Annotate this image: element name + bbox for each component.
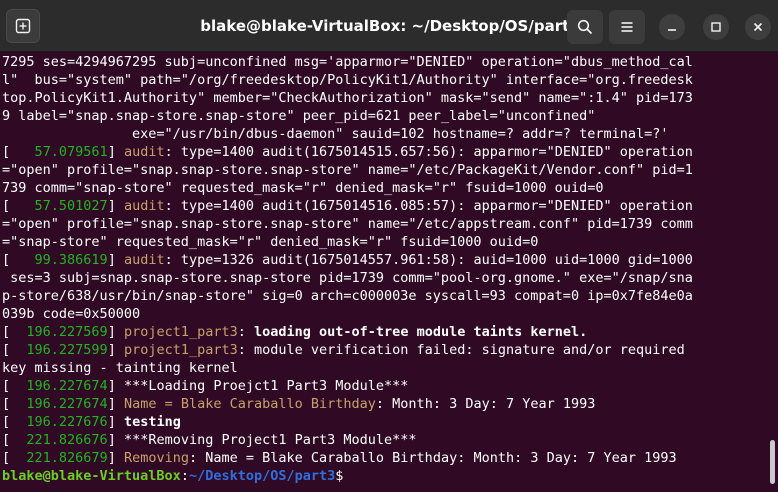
log-text: l" bus="system" path="/org/freedesktop/P… — [2, 72, 693, 88]
log-facility: Name = Blake Caraballo Birthday — [123, 396, 376, 412]
terminal-line: [ 99.386619] audit: type=1326 audit(1675… — [2, 252, 693, 268]
log-facility: audit — [123, 198, 165, 214]
log-message-bold: loading out-of-tree module taints kernel… — [254, 324, 588, 340]
scrollbar[interactable] — [770, 440, 775, 484]
log-text: 7295 ses=4294967295 subj=unconfined msg=… — [2, 54, 693, 70]
log-facility: project1_part3 — [123, 342, 238, 358]
log-text: ="open" profile="snap.snap-store.snap-st… — [2, 162, 693, 178]
new-tab-button[interactable] — [6, 9, 40, 43]
window-title: blake@blake-VirtualBox: ~/Desktop/OS/par… — [200, 17, 580, 35]
log-text: key missing - tainting kernel — [2, 360, 238, 376]
terminal-line: [ 196.227674] ***Loading Proejct1 Part3 … — [2, 378, 409, 394]
log-message: : type=1400 audit(1675014516.085:57): ap… — [164, 198, 693, 214]
log-text: p-store/638/usr/bin/snap-store" sig=0 ar… — [2, 288, 693, 304]
minimize-icon — [668, 29, 676, 31]
title-bar: blake@blake-VirtualBox: ~/Desktop/OS/par… — [0, 0, 778, 52]
terminal-line: [ 196.227569] project1_part3: loading ou… — [2, 324, 588, 340]
terminal-line: 9 label="snap.snap-store.snap-store" pee… — [2, 107, 595, 125]
log-timestamp: 221.826679 — [10, 450, 108, 466]
terminal-line: [ 221.826676] ***Removing Project1 Part3… — [2, 432, 417, 448]
menu-button[interactable] — [609, 10, 645, 44]
prompt-separator: : — [180, 468, 189, 484]
search-button[interactable] — [567, 10, 603, 44]
terminal-line: ="snap-store" requested_mask="r" denied_… — [2, 233, 538, 251]
terminal-line: ses=3 subj=snap.snap-store.snap-store pi… — [2, 269, 693, 287]
log-timestamp: 57.501027 — [10, 198, 108, 214]
terminal-line: [ 196.227676] testing — [2, 414, 181, 430]
log-text: ses=3 subj=snap.snap-store.snap-store pi… — [2, 270, 693, 286]
log-timestamp: 57.079561 — [10, 144, 108, 160]
log-message: : module verification failed: signature … — [237, 342, 685, 358]
new-tab-icon — [15, 18, 31, 34]
log-message: : type=1326 audit(1675014557.961:58): au… — [164, 252, 693, 268]
log-timestamp: 196.227674 — [10, 378, 108, 394]
log-message: : Name = Blake Caraballo Birthday: Month… — [188, 450, 677, 466]
terminal-line: [ 196.227674] Name = Blake Caraballo Bir… — [2, 396, 596, 412]
log-timestamp: 221.826676 — [10, 432, 108, 448]
log-facility: project1_part3 — [123, 324, 238, 340]
maximize-button[interactable] — [703, 14, 729, 40]
terminal-line: 739 comm="snap-store" requested_mask="r"… — [2, 179, 603, 197]
terminal-line: [ 57.079561] audit: type=1400 audit(1675… — [2, 144, 693, 160]
search-icon — [577, 19, 593, 35]
prompt-path: ~/Desktop/OS/part3 — [188, 468, 336, 484]
log-message: ***Loading Proejct1 Part3 Module*** — [123, 378, 409, 394]
log-message-bold: testing — [123, 414, 181, 430]
log-timestamp: 196.227674 — [10, 396, 108, 412]
log-timestamp: 196.227676 — [10, 414, 108, 430]
log-message: : — [237, 324, 255, 340]
shell-prompt[interactable]: blake@blake-VirtualBox:~/Desktop/OS/part… — [2, 467, 343, 485]
hamburger-menu-icon — [621, 22, 633, 32]
prompt-symbol: $ — [335, 468, 344, 484]
terminal-line: [ 57.501027] audit: type=1400 audit(1675… — [2, 198, 693, 214]
log-text: ="snap-store" requested_mask="r" denied_… — [2, 234, 539, 250]
minimize-button[interactable] — [659, 14, 685, 40]
terminal-line: [ 221.826679] Removing: Name = Blake Car… — [2, 450, 677, 466]
close-button[interactable] — [745, 14, 771, 40]
terminal-line: l" bus="system" path="/org/freedesktop/P… — [2, 71, 693, 89]
terminal-line: [ 196.227599] project1_part3: module ver… — [2, 342, 685, 358]
prompt-user-host: blake@blake-VirtualBox — [2, 468, 181, 484]
close-icon — [753, 22, 763, 32]
terminal-line: p-store/638/usr/bin/snap-store" sig=0 ar… — [2, 287, 693, 305]
log-facility: Removing — [123, 450, 189, 466]
maximize-icon — [711, 22, 721, 32]
log-timestamp: 196.227569 — [10, 324, 108, 340]
log-text: 039b code=0x50000 — [2, 306, 141, 322]
terminal-line: 039b code=0x50000 — [2, 305, 140, 323]
terminal-line: exe="/usr/bin/dbus-daemon" sauid=102 hos… — [2, 125, 668, 143]
log-timestamp: 99.386619 — [10, 252, 108, 268]
log-text: ="open" profile="snap.snap-store.snap-st… — [2, 216, 693, 232]
terminal-line: ="open" profile="snap.snap-store.snap-st… — [2, 215, 693, 233]
log-text: top.PolicyKit1.Authority" member="CheckA… — [2, 90, 693, 106]
terminal-line: 7295 ses=4294967295 subj=unconfined msg=… — [2, 53, 693, 71]
log-facility: audit — [123, 252, 165, 268]
terminal-output[interactable]: 7295 ses=4294967295 subj=unconfined msg=… — [0, 52, 770, 492]
log-text: exe="/usr/bin/dbus-daemon" sauid=102 hos… — [2, 126, 669, 142]
log-message: : Month: 3 Day: 7 Year 1993 — [375, 396, 596, 412]
log-text: 739 comm="snap-store" requested_mask="r"… — [2, 180, 604, 196]
terminal-line: ="open" profile="snap.snap-store.snap-st… — [2, 161, 693, 179]
log-timestamp: 196.227599 — [10, 342, 108, 358]
terminal-line: top.PolicyKit1.Authority" member="CheckA… — [2, 89, 693, 107]
log-text: 9 label="snap.snap-store.snap-store" pee… — [2, 108, 596, 124]
terminal-line: key missing - tainting kernel — [2, 359, 238, 377]
log-message: : type=1400 audit(1675014515.657:56): ap… — [164, 144, 693, 160]
log-facility: audit — [123, 144, 165, 160]
log-message: ***Removing Project1 Part3 Module*** — [123, 432, 417, 448]
